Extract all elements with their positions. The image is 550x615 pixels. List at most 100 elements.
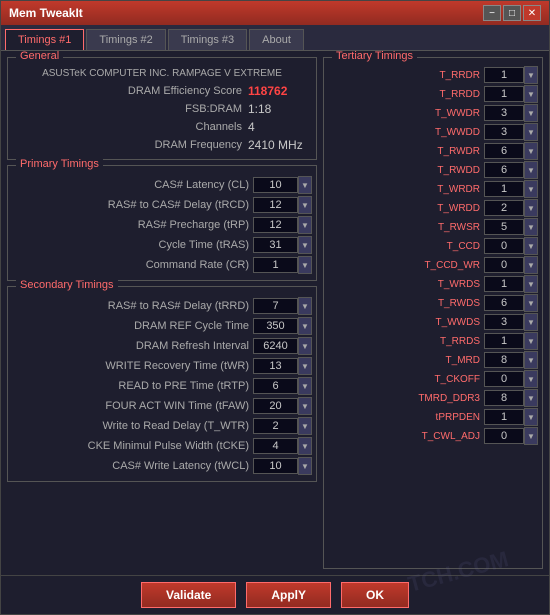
tertiary-row-2: T_WWDR ▼	[328, 104, 538, 122]
t-wrdd-dropdown[interactable]: ▼	[524, 199, 538, 217]
secondary-row-4: READ to PRE Time (tRTP) ▼	[12, 377, 312, 395]
tmrd-ddr3-dropdown[interactable]: ▼	[524, 389, 538, 407]
t-rrdd-dropdown[interactable]: ▼	[524, 85, 538, 103]
t-rrds-dropdown[interactable]: ▼	[524, 332, 538, 350]
tab-about[interactable]: About	[249, 29, 304, 50]
tab-timings1[interactable]: Timings #1	[5, 29, 84, 50]
mobo-text: ASUSTeK COMPUTER INC. RAMPAGE V EXTREME	[12, 66, 312, 81]
maximize-button[interactable]: □	[503, 5, 521, 21]
ok-button[interactable]: OK	[341, 582, 409, 608]
t-rwdd-dropdown[interactable]: ▼	[524, 161, 538, 179]
primary-input-0[interactable]	[253, 177, 298, 193]
t-rwds-input[interactable]	[484, 295, 524, 311]
t-ccd-wr-dropdown[interactable]: ▼	[524, 256, 538, 274]
primary-dropdown-3[interactable]: ▼	[298, 236, 312, 254]
t-ckoff-input[interactable]	[484, 371, 524, 387]
general-group: General ASUSTeK COMPUTER INC. RAMPAGE V …	[7, 57, 317, 160]
close-button[interactable]: ✕	[523, 5, 541, 21]
tertiary-row-7: T_WRDD ▼	[328, 199, 538, 217]
t-mrd-input[interactable]	[484, 352, 524, 368]
t-ckoff-dropdown[interactable]: ▼	[524, 370, 538, 388]
t-wrdr-label: T_WRDR	[328, 184, 484, 195]
primary-input-4[interactable]	[253, 257, 298, 273]
secondary-label-7: CKE Minimul Pulse Width (tCKE)	[12, 440, 253, 452]
t-rwsr-dropdown[interactable]: ▼	[524, 218, 538, 236]
t-rwdd-input[interactable]	[484, 162, 524, 178]
primary-input-3[interactable]	[253, 237, 298, 253]
t-cwl-adj-input[interactable]	[484, 428, 524, 444]
primary-label-2: RAS# Precharge (tRP)	[12, 219, 253, 231]
t-wwds-input[interactable]	[484, 314, 524, 330]
secondary-input-3[interactable]	[253, 358, 298, 374]
secondary-dropdown-0[interactable]: ▼	[298, 297, 312, 315]
secondary-input-7[interactable]	[253, 438, 298, 454]
secondary-input-5[interactable]	[253, 398, 298, 414]
secondary-dropdown-7[interactable]: ▼	[298, 437, 312, 455]
t-wrdd-input[interactable]	[484, 200, 524, 216]
t-rwds-dropdown[interactable]: ▼	[524, 294, 538, 312]
t-wwdr-input[interactable]	[484, 105, 524, 121]
primary-group: Primary Timings CAS# Latency (CL) ▼ RAS#…	[7, 165, 317, 281]
t-rrdr-input[interactable]	[484, 67, 524, 83]
t-wrds-input[interactable]	[484, 276, 524, 292]
t-rwdr-input[interactable]	[484, 143, 524, 159]
tab-timings3[interactable]: Timings #3	[168, 29, 247, 50]
apply-button[interactable]: ApplY	[246, 582, 331, 608]
t-wwds-dropdown[interactable]: ▼	[524, 313, 538, 331]
t-rwdr-dropdown[interactable]: ▼	[524, 142, 538, 160]
tertiary-row-5: T_RWDD ▼	[328, 161, 538, 179]
t-wwdd-input[interactable]	[484, 124, 524, 140]
secondary-input-0[interactable]	[253, 298, 298, 314]
validate-button[interactable]: Validate	[141, 582, 236, 608]
secondary-dropdown-4[interactable]: ▼	[298, 377, 312, 395]
t-wrdr-dropdown[interactable]: ▼	[524, 180, 538, 198]
tprpden-dropdown[interactable]: ▼	[524, 408, 538, 426]
secondary-dropdown-6[interactable]: ▼	[298, 417, 312, 435]
secondary-input-4[interactable]	[253, 378, 298, 394]
secondary-row-6: Write to Read Delay (T_WTR) ▼	[12, 417, 312, 435]
t-wrdd-label: T_WRDD	[328, 203, 484, 214]
primary-dropdown-1[interactable]: ▼	[298, 196, 312, 214]
t-wwdd-label: T_WWDD	[328, 127, 484, 138]
t-wwdr-dropdown[interactable]: ▼	[524, 104, 538, 122]
secondary-row-8: CAS# Write Latency (tWCL) ▼	[12, 457, 312, 475]
channels-row: Channels 4	[12, 119, 312, 135]
t-wwdd-dropdown[interactable]: ▼	[524, 123, 538, 141]
minimize-button[interactable]: −	[483, 5, 501, 21]
secondary-input-6[interactable]	[253, 418, 298, 434]
t-rrds-input[interactable]	[484, 333, 524, 349]
t-mrd-dropdown[interactable]: ▼	[524, 351, 538, 369]
primary-input-2[interactable]	[253, 217, 298, 233]
secondary-dropdown-3[interactable]: ▼	[298, 357, 312, 375]
secondary-dropdown-8[interactable]: ▼	[298, 457, 312, 475]
secondary-label: Secondary Timings	[16, 279, 118, 291]
primary-dropdown-2[interactable]: ▼	[298, 216, 312, 234]
tmrd-ddr3-input[interactable]	[484, 390, 524, 406]
primary-input-1[interactable]	[253, 197, 298, 213]
tab-timings2[interactable]: Timings #2	[86, 29, 165, 50]
t-rwsr-input[interactable]	[484, 219, 524, 235]
t-cwl-adj-dropdown[interactable]: ▼	[524, 427, 538, 445]
t-rrdr-dropdown[interactable]: ▼	[524, 66, 538, 84]
secondary-input-1[interactable]	[253, 318, 298, 334]
main-content: General ASUSTeK COMPUTER INC. RAMPAGE V …	[1, 51, 549, 575]
channels-label: Channels	[16, 121, 248, 133]
t-wrds-dropdown[interactable]: ▼	[524, 275, 538, 293]
t-ccd-input[interactable]	[484, 238, 524, 254]
secondary-dropdown-2[interactable]: ▼	[298, 337, 312, 355]
secondary-input-2[interactable]	[253, 338, 298, 354]
tertiary-row-6: T_WRDR ▼	[328, 180, 538, 198]
tprpden-input[interactable]	[484, 409, 524, 425]
secondary-dropdown-1[interactable]: ▼	[298, 317, 312, 335]
secondary-input-8[interactable]	[253, 458, 298, 474]
primary-dropdown-0[interactable]: ▼	[298, 176, 312, 194]
t-ccd-wr-input[interactable]	[484, 257, 524, 273]
tertiary-row-13: T_WWDS ▼	[328, 313, 538, 331]
t-ccd-dropdown[interactable]: ▼	[524, 237, 538, 255]
secondary-dropdown-5[interactable]: ▼	[298, 397, 312, 415]
t-rrdr-label: T_RRDR	[328, 70, 484, 81]
t-wrdr-input[interactable]	[484, 181, 524, 197]
efficiency-label: DRAM Efficiency Score	[16, 85, 248, 97]
primary-dropdown-4[interactable]: ▼	[298, 256, 312, 274]
t-rrdd-input[interactable]	[484, 86, 524, 102]
